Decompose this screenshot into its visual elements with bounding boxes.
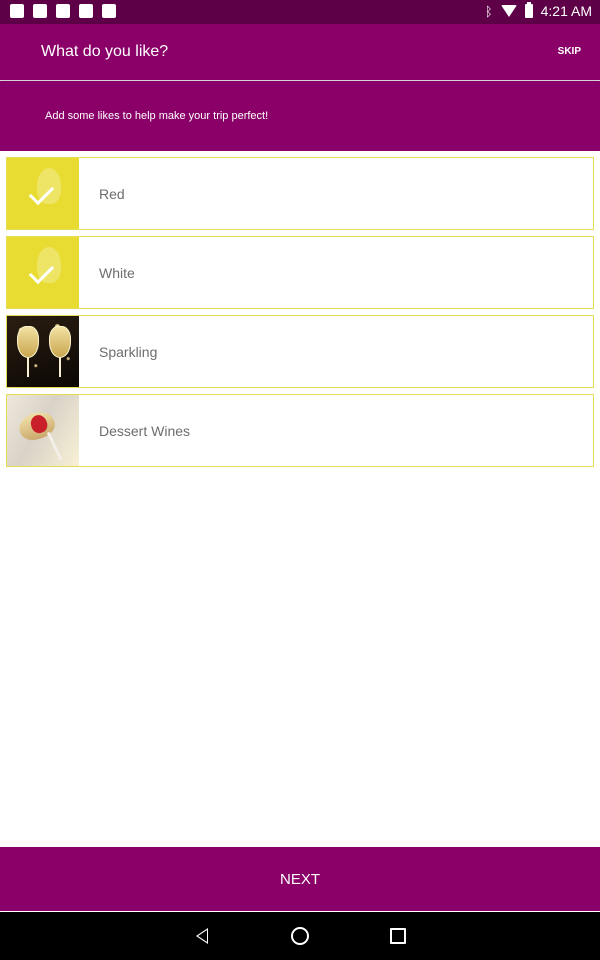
list-item-red[interactable]: Red xyxy=(6,157,594,230)
wifi-icon xyxy=(500,5,517,17)
dessert-wine-thumbnail xyxy=(7,395,79,466)
back-icon[interactable] xyxy=(195,928,208,944)
glass-stem-graphic xyxy=(46,431,63,461)
clock: 4:21 AM xyxy=(540,3,592,19)
subheader: Add some likes to help make your trip pe… xyxy=(0,81,600,151)
bluetooth-icon: ᛒ xyxy=(484,3,493,19)
app-bar: What do you like? SKIP xyxy=(0,24,600,80)
recent-apps-icon[interactable] xyxy=(390,928,406,944)
page-title: What do you like? xyxy=(41,43,169,60)
list-item-label: Sparkling xyxy=(99,344,158,360)
battery-icon xyxy=(524,2,533,18)
system-status: ᛒ 4:21 AM xyxy=(484,2,592,19)
red-wine-thumbnail xyxy=(7,158,79,229)
facebook-icon xyxy=(10,4,24,18)
list-item-dessert-wines[interactable]: Dessert Wines xyxy=(6,394,594,467)
skip-button[interactable]: SKIP xyxy=(558,46,581,57)
glass-stem-graphic xyxy=(59,357,61,377)
next-button[interactable]: NEXT xyxy=(0,847,600,911)
navigation-bar xyxy=(0,912,600,960)
list-item-sparkling[interactable]: Sparkling xyxy=(6,315,594,388)
list-item-label: Red xyxy=(99,186,125,202)
phone-icon xyxy=(56,4,70,18)
champagne-glass-graphic xyxy=(17,326,39,358)
sparkling-wine-thumbnail xyxy=(7,316,79,387)
white-wine-thumbnail xyxy=(7,237,79,308)
glass-stem-graphic xyxy=(27,357,29,377)
photo-icon xyxy=(102,4,116,18)
list-item-label: White xyxy=(99,265,135,281)
home-icon[interactable] xyxy=(291,927,309,945)
android-icon xyxy=(79,4,93,18)
twitter-icon xyxy=(33,4,47,18)
notification-icons xyxy=(10,4,116,18)
check-icon xyxy=(28,258,55,285)
list-item-label: Dessert Wines xyxy=(99,423,191,439)
subheader-text: Add some likes to help make your trip pe… xyxy=(45,110,269,122)
list-item-white[interactable]: White xyxy=(6,236,594,309)
champagne-glass-graphic xyxy=(49,326,71,358)
status-bar: ᛒ 4:21 AM xyxy=(0,0,600,24)
check-icon xyxy=(28,179,55,206)
